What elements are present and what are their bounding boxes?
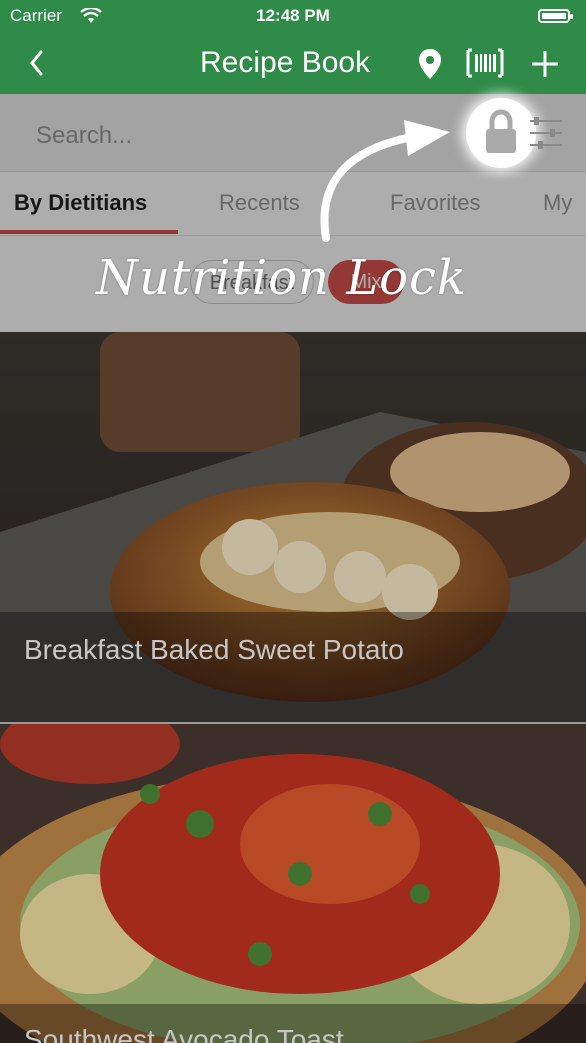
tutorial-arrow-icon [300, 118, 460, 249]
clock: 12:48 PM [256, 6, 330, 25]
content-dim-overlay [0, 332, 586, 1043]
page-title: Recipe Book [200, 46, 371, 79]
lock-icon [486, 109, 516, 153]
map-pin-icon[interactable] [417, 47, 443, 86]
chevron-left-icon [30, 50, 43, 76]
status-bar: Carrier 12:48 PM [0, 0, 586, 34]
plus-icon [532, 51, 558, 77]
nav-bar: Recipe Book [0, 34, 586, 94]
barcode-icon[interactable] [466, 48, 504, 83]
back-button[interactable] [26, 46, 46, 86]
tutorial-label: Nutrition Lock [96, 250, 467, 306]
filter-sliders-icon[interactable] [528, 116, 564, 155]
add-button[interactable] [530, 43, 560, 86]
nutrition-lock-button[interactable] [466, 98, 536, 168]
battery-icon [538, 9, 573, 23]
